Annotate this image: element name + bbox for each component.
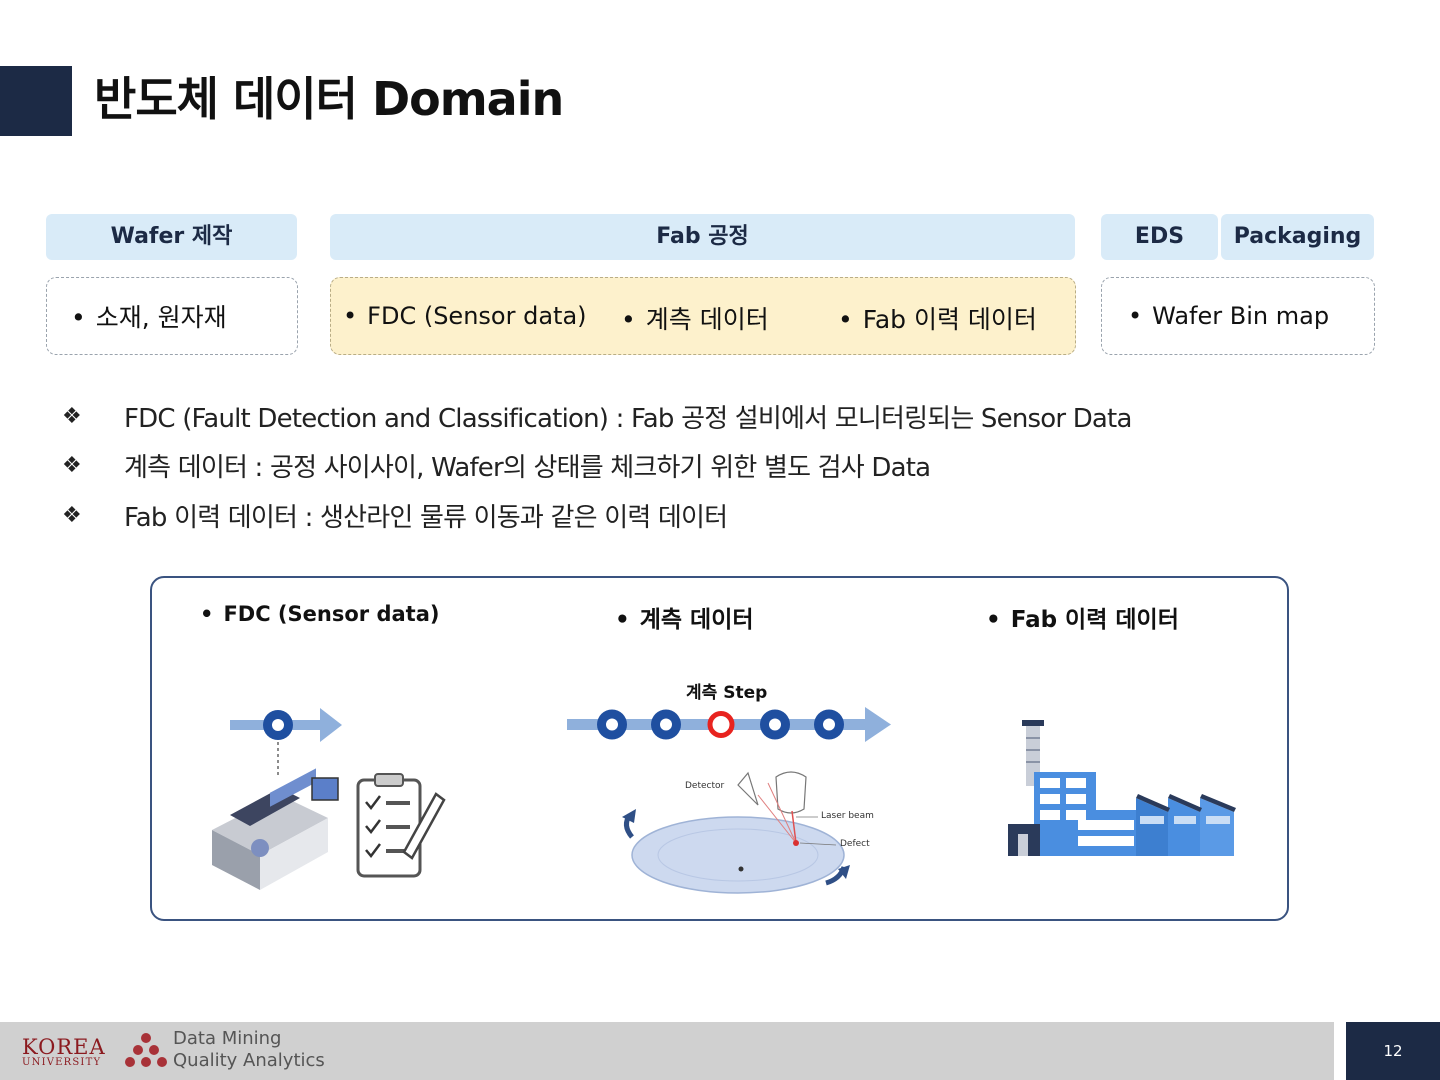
panel-label-fab-history: Fab 이력 데이터 [986,600,1179,634]
page-number: 12 [1346,1022,1440,1080]
laser-beam-label: Laser beam [821,811,874,821]
defect-label: Defect [840,839,870,849]
laser-source-icon [775,771,807,814]
stage-box-fab: FDC (Sensor data) 계측 데이터 Fab 이력 데이터 [330,277,1076,355]
wafer-icon [631,816,845,894]
wafer-inspection-illustration [622,771,850,894]
fdc-equipment-illustration [212,708,446,890]
page-title: 반도체 데이터 Domain [94,72,564,126]
detector-label: Detector [685,781,725,791]
flow-arrow-icon [320,708,342,742]
diamond-bullet-icon: ❖ [62,502,82,528]
metrology-step-flow [567,707,891,742]
lab-logo-icon [125,1033,167,1067]
metrology-step-highlight-icon [707,711,735,738]
fab-item-fdc: FDC (Sensor data) [343,302,586,330]
stage-box-wafer: 소재, 원자재 [46,277,298,355]
detector-icon [737,771,759,806]
stage-header-eds: EDS [1101,214,1218,260]
description-metrology: ❖ 계측 데이터 : 공정 사이사이, Wafer의 상태를 체크하기 위한 별… [62,452,931,483]
title-accent-bar [0,66,72,136]
eds-item: Wafer Bin map [1128,302,1329,330]
panel-label-metrology: 계측 데이터 [615,600,754,634]
wafer-item: 소재, 원자재 [71,298,227,334]
description-fab-history: ❖ Fab 이력 데이터 : 생산라인 물류 이동과 같은 이력 데이터 [62,502,728,533]
panel-label-fdc: FDC (Sensor data) [200,602,439,626]
description-fdc: ❖ FDC (Fault Detection and Classificatio… [62,403,1132,434]
diamond-bullet-icon: ❖ [62,403,82,429]
korea-university-logo: KOREA UNIVERSITY [22,1035,106,1069]
equipment-machine-icon [212,768,339,890]
fab-item-metrology: 계측 데이터 [621,300,769,336]
stage-header-fab: Fab 공정 [330,214,1075,260]
fab-item-history: Fab 이력 데이터 [838,300,1037,336]
stage-header-packaging: Packaging [1221,214,1374,260]
diamond-bullet-icon: ❖ [62,452,82,478]
clipboard-checklist-icon [356,773,446,878]
stage-header-wafer: Wafer 제작 [46,214,297,260]
stage-box-eds-packaging: Wafer Bin map [1101,277,1375,355]
factory-icon [1008,720,1236,856]
flow-arrow-icon [865,707,891,742]
lab-name: Data Mining Quality Analytics [173,1028,325,1071]
